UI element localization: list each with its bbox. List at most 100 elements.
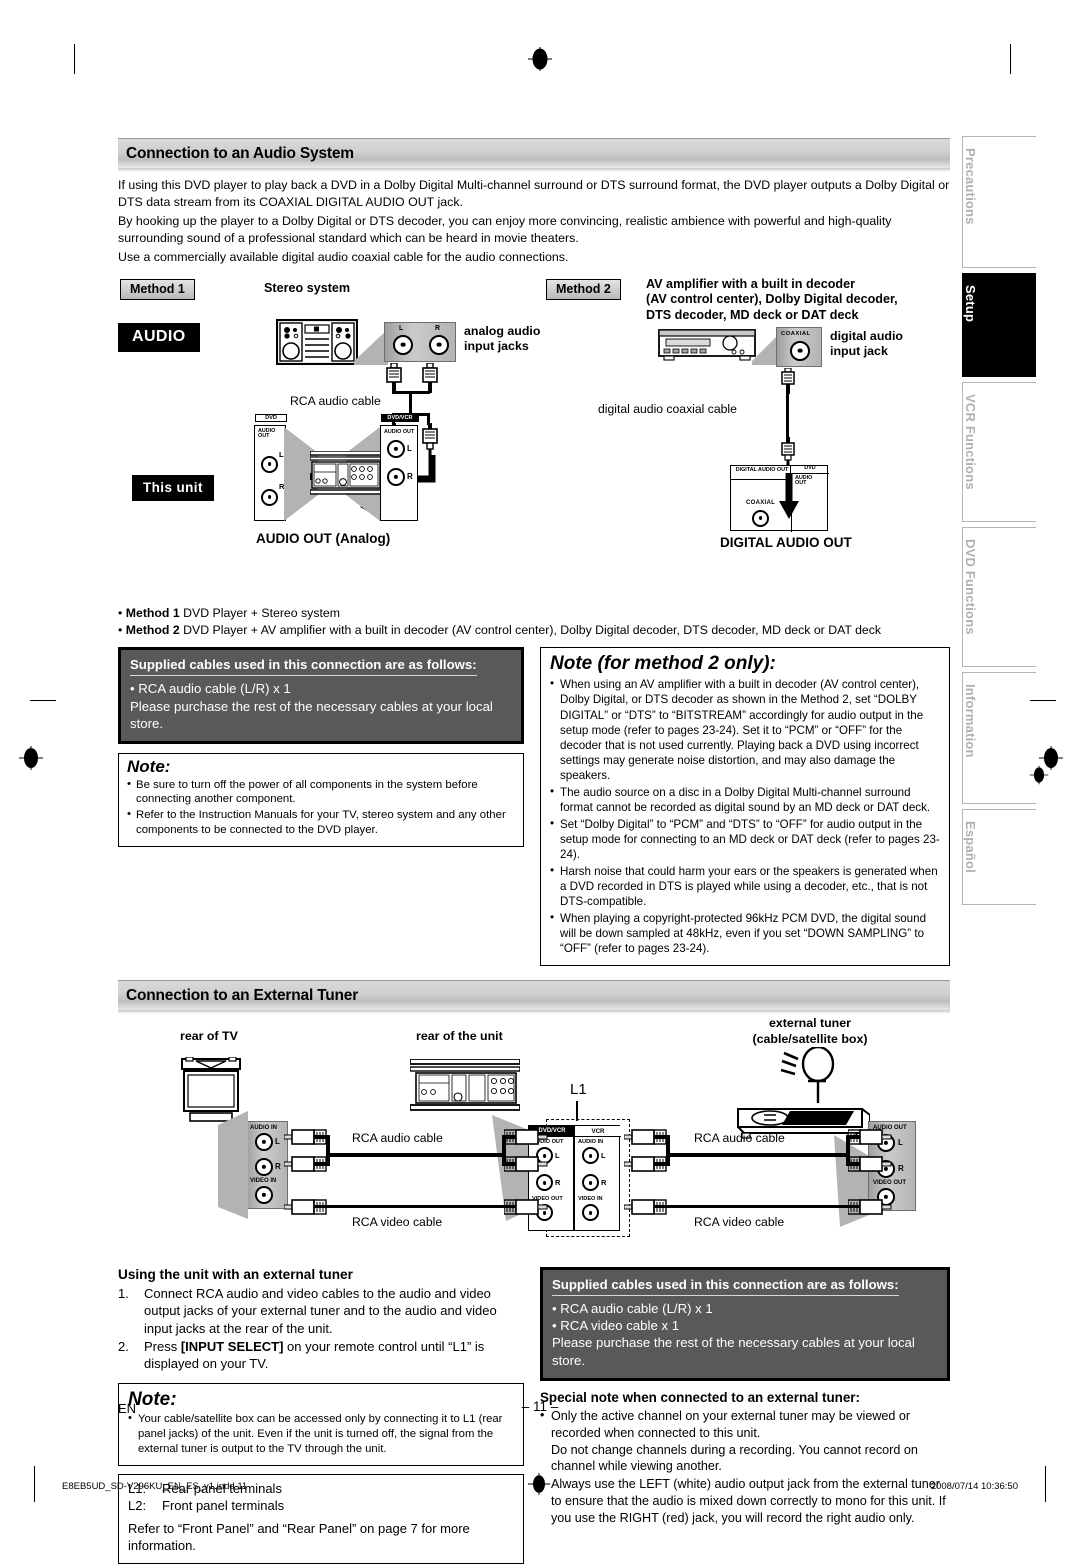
tuner-section-title: Connection to an External Tuner: [126, 986, 359, 1004]
rca-plug-tuner-audio-left: [847, 1129, 892, 1150]
unit-dvdvcr-jack-label-R: R: [555, 1178, 561, 1188]
unit-vcr-jack-right: [582, 1174, 599, 1192]
audio-note-title: Note:: [127, 756, 171, 776]
tab-vcr-functions[interactable]: VCR Functions: [962, 382, 1036, 522]
chapter-tab-strip: Precautions Setup VCR Functions DVD Func…: [962, 136, 1036, 910]
rca-plug-unit-out-audio-left: [623, 1129, 668, 1150]
crop-mark-top-left: [74, 44, 75, 74]
audio-intro-paragraph-1: If using this DVD player to play back a …: [118, 178, 950, 210]
dvdvcr-jack-right: [387, 467, 405, 486]
dvdvcr-jack-label-L: L: [407, 443, 412, 453]
supplied-cables-footer-tuner: Please purchase the rest of the necessar…: [552, 1335, 915, 1368]
analog-jack-label-R: R: [435, 324, 441, 332]
manual-page: Connection to an Audio System If using t…: [0, 0, 1080, 1564]
tab-dvd-functions[interactable]: DVD Functions: [962, 527, 1036, 667]
dvd-audio-out-panel: DVD AUDIO OUT L R: [254, 413, 287, 521]
section-heading-audio-system: Connection to an Audio System: [118, 138, 950, 172]
l1-marker-leader-line: [576, 1101, 578, 1122]
method-2-title: AV amplifier with a built in decoder (AV…: [646, 276, 898, 323]
unit-vcr-header: VCR: [575, 1126, 621, 1138]
rca-audio-wire-v1: [409, 390, 412, 415]
imprint-filename: E8EB5UD_SD-V296KU_EN_ES_v1.indd 11: [62, 1481, 248, 1492]
tuner-audio-wire-left-main: [326, 1153, 506, 1158]
page-number: – 11 –: [521, 1399, 559, 1414]
method-summary-1: • Method 1 DVD Player + Stereo system: [118, 605, 340, 620]
rca-video-cable-label-right: RCA video cable: [694, 1215, 785, 1230]
stereo-perspective-wedge: [354, 325, 388, 374]
tv-video-in-label: VIDEO IN: [250, 1178, 277, 1185]
dvdvcr-panel-header: DVD/VCR: [381, 413, 419, 422]
tuner-note-item: Your cable/satellite box can be accessed…: [128, 1411, 514, 1456]
rca-plug-unit-video: [503, 1199, 548, 1220]
tv-jack-label-R: R: [275, 1162, 281, 1172]
audio-right-callouts: Note (for method 2 only): When using an …: [540, 647, 950, 967]
audio-intro-paragraph-3: Use a commercially available digital aud…: [118, 250, 569, 265]
supplied-cables-footer-audio: Please purchase the rest of the necessar…: [130, 698, 493, 731]
unit-vcr-jack-left: [582, 1147, 599, 1165]
tab-label: Precautions: [963, 148, 978, 225]
tuner-left-column: Using the unit with an external tuner 1.…: [118, 1267, 524, 1564]
note-method2-item: Harsh noise that could harm your ears or…: [550, 863, 940, 910]
rca-audio-cable-label-method1: RCA audio cable: [290, 393, 381, 408]
digital-coaxial-cable-label: digital audio coaxial cable: [598, 401, 737, 416]
l1-marker-label: L1: [570, 1081, 587, 1099]
note-method2-item: The audio source on a disc in a Dolby Di…: [550, 784, 940, 815]
supplied-cables-box-audio: Supplied cables used in this connection …: [118, 647, 524, 744]
page-content: Connection to an Audio System If using t…: [118, 138, 950, 1564]
tab-espanol[interactable]: Español: [962, 809, 1036, 905]
method-1-tag: Method 1: [120, 278, 195, 300]
using-unit-step: 1. Connect RCA audio and video cables to …: [118, 1286, 497, 1336]
audio-note-item: Refer to the Instruction Manuals for you…: [127, 807, 515, 838]
registration-mark-top: [527, 46, 553, 72]
tuner-note-box: Note: Your cable/satellite box can be ac…: [118, 1382, 524, 1467]
tab-precautions[interactable]: Precautions: [962, 136, 1036, 268]
note-method2-box: Note (for method 2 only): When using an …: [540, 647, 950, 967]
dvdvcr-panel-port-label: AUDIO OUT: [384, 428, 415, 435]
digital-connection-arrow: [778, 472, 800, 524]
audio-badge: AUDIO: [118, 322, 200, 352]
tv-perspective-wedge: [218, 1111, 248, 1224]
unit-vcr-audio-in-label: AUDIO IN: [578, 1139, 604, 1146]
tab-setup[interactable]: Setup: [962, 273, 1036, 377]
tv-jack-label-L: L: [275, 1137, 280, 1147]
digital-audio-input-jack-label: digital audio input jack: [830, 328, 903, 359]
dvd-jack-right: [261, 488, 278, 506]
tuner-video-wire-left: [304, 1205, 526, 1208]
unit-rear-schematic: [308, 449, 383, 502]
tab-information[interactable]: Information: [962, 672, 1036, 804]
method-summary-2: • Method 2 DVD Player + AV amplifier wit…: [118, 623, 882, 637]
rca-audio-cable-label-left: RCA audio cable: [352, 1131, 443, 1146]
section-heading-external-tuner: Connection to an External Tuner: [118, 980, 950, 1015]
coax-cable-wire: [786, 391, 789, 440]
coaxial-jack-tag: COAXIAL: [781, 330, 811, 337]
using-unit-steps: 1. Connect RCA audio and video cables to …: [118, 1285, 524, 1372]
dvd-jack-left: [261, 455, 278, 473]
terminal-legend-row: L2: Front panel terminals: [128, 1498, 285, 1514]
rca-plug-tv-video: [283, 1199, 328, 1220]
rear-of-unit-label: rear of the unit: [416, 1029, 503, 1044]
terminal-legend-footer: Refer to “Front Panel” and “Rear Panel” …: [128, 1521, 470, 1553]
tuner-right-column: Supplied cables used in this connection …: [540, 1267, 950, 1564]
unit-dvdvcr-jack-label-L: L: [555, 1151, 560, 1161]
analog-audio-input-jacks-label: analog audio input jacks: [464, 323, 541, 354]
unit-vcr-video-in-label: VIDEO IN: [578, 1196, 603, 1203]
tuner-audio-wire-right-main: [666, 1153, 850, 1158]
method-summary-list: • Method 1 DVD Player + Stereo system • …: [118, 605, 950, 640]
digital-coaxial-jack: [752, 509, 769, 527]
rca-plug-tv-audio-left: [283, 1129, 328, 1150]
rca-plug-unit-out-video: [623, 1199, 668, 1220]
dvdvcr-audio-out-panel: DVD/VCR AUDIO OUT L R: [380, 413, 419, 521]
special-note-item: Only the active channel on your external…: [540, 1407, 950, 1476]
method-2-tag: Method 2: [546, 278, 621, 300]
coaxial-jack: [790, 340, 810, 361]
supplied-cable-item-audio-1: • RCA audio cable (L/R) x 1: [130, 681, 291, 697]
digital-audio-out-caption: DIGITAL AUDIO OUT: [720, 534, 852, 550]
rear-of-tv-label: rear of TV: [180, 1029, 238, 1044]
digital-panel-dvd-header: DVD: [804, 465, 816, 472]
digital-panel-coaxial-label: COAXIAL: [746, 499, 776, 506]
registration-mark-footer: [527, 1472, 553, 1498]
registration-mark-left: [18, 745, 44, 771]
audio-note-item: Be sure to turn off the power of all com…: [127, 777, 515, 808]
tab-label: VCR Functions: [963, 394, 978, 490]
note-method2-item: Set “Dolby Digital” to “PCM” and “DTS” t…: [550, 816, 940, 863]
